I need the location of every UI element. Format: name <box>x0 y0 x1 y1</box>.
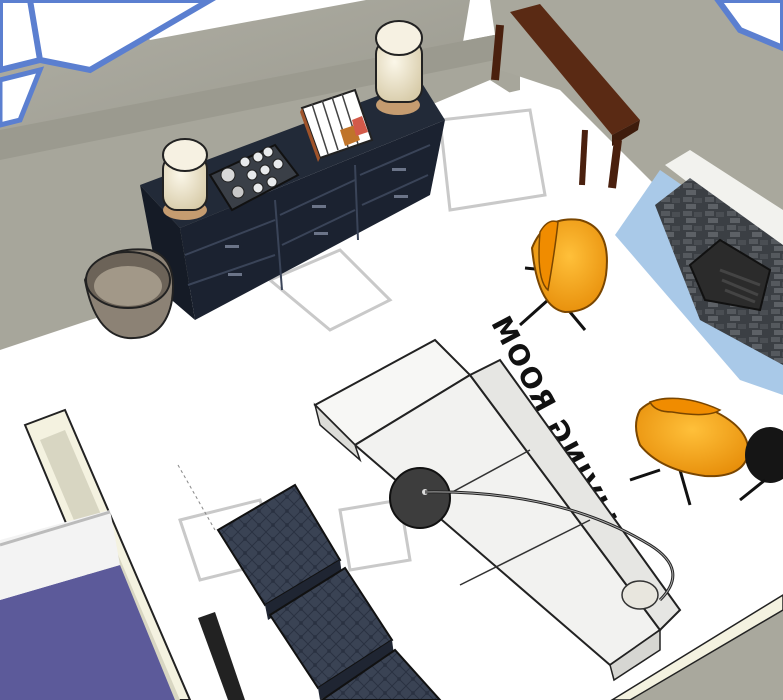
room-model-view: LIVING ROOM <box>0 0 783 700</box>
lamp-icon <box>375 20 423 115</box>
lamp-icon <box>162 138 208 220</box>
